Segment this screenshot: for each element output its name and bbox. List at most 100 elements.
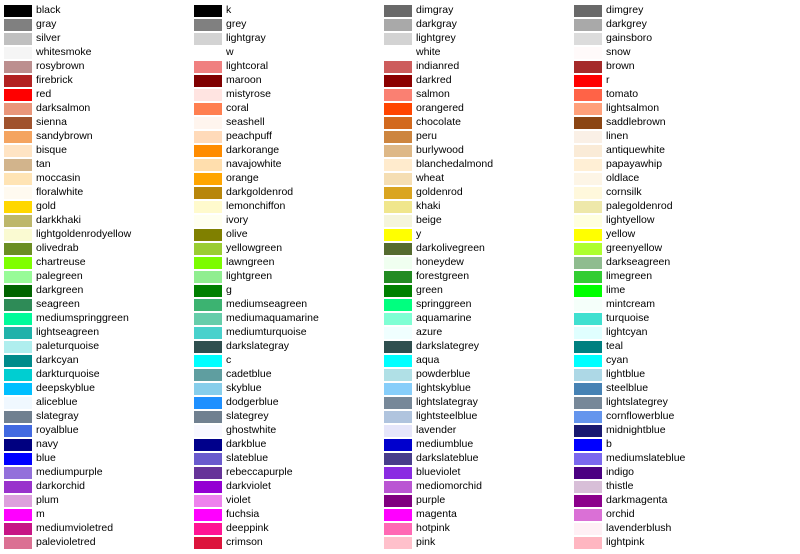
color-row: lavender	[384, 424, 574, 437]
color-label: k	[226, 4, 231, 17]
color-label: mediumvioletred	[36, 522, 113, 535]
color-row: lavenderblush	[574, 522, 764, 535]
color-swatch	[574, 341, 602, 353]
color-label: lightgoldenrodyellow	[36, 228, 131, 241]
color-row: peachpuff	[194, 130, 384, 143]
color-swatch	[194, 103, 222, 115]
color-label: deepskyblue	[36, 382, 95, 395]
color-label: peachpuff	[226, 130, 272, 143]
color-label: lightsteelblue	[416, 410, 477, 423]
color-swatch	[574, 159, 602, 171]
color-row: silver	[4, 32, 194, 45]
color-row: tomato	[574, 88, 764, 101]
color-row: green	[384, 284, 574, 297]
color-swatch	[194, 145, 222, 157]
color-row: yellow	[574, 228, 764, 241]
color-row: blueviolet	[384, 466, 574, 479]
color-label: darkturquoise	[36, 368, 100, 381]
color-row: indianred	[384, 60, 574, 73]
color-swatch	[4, 159, 32, 171]
color-swatch	[194, 75, 222, 87]
color-row: palevioletred	[4, 536, 194, 549]
color-row: darkorange	[194, 144, 384, 157]
color-row: gainsboro	[574, 32, 764, 45]
color-row: rosybrown	[4, 60, 194, 73]
color-row: slategrey	[194, 410, 384, 423]
color-swatch	[574, 47, 602, 59]
color-swatch	[574, 411, 602, 423]
color-row: sandybrown	[4, 130, 194, 143]
color-row: yellowgreen	[194, 242, 384, 255]
color-swatch	[4, 299, 32, 311]
color-label: slategray	[36, 410, 79, 423]
color-swatch	[384, 229, 412, 241]
color-row: powderblue	[384, 368, 574, 381]
color-swatch	[194, 215, 222, 227]
color-label: skyblue	[226, 382, 262, 395]
color-swatch	[574, 257, 602, 269]
color-row: chartreuse	[4, 256, 194, 269]
color-swatch	[384, 411, 412, 423]
color-label: darkcyan	[36, 354, 79, 367]
color-swatch	[384, 145, 412, 157]
color-label: blueviolet	[416, 466, 460, 479]
color-swatch	[4, 5, 32, 17]
color-label: lime	[606, 284, 625, 297]
color-swatch	[194, 411, 222, 423]
color-label: chocolate	[416, 116, 461, 129]
color-label: beige	[416, 214, 442, 227]
color-row: indigo	[574, 466, 764, 479]
color-label: palegreen	[36, 270, 83, 283]
color-row: magenta	[384, 508, 574, 521]
color-label: chartreuse	[36, 256, 86, 269]
color-label: cornflowerblue	[606, 410, 674, 423]
color-row: y	[384, 228, 574, 241]
color-label: seashell	[226, 116, 265, 129]
color-label: lightcyan	[606, 326, 647, 339]
color-row: darkorchid	[4, 480, 194, 493]
color-label: teal	[606, 340, 623, 353]
color-row: lightcoral	[194, 60, 384, 73]
color-swatch	[194, 355, 222, 367]
color-swatch	[574, 75, 602, 87]
color-swatch	[574, 187, 602, 199]
color-label: violet	[226, 494, 251, 507]
color-swatch	[384, 467, 412, 479]
color-row: goldenrod	[384, 186, 574, 199]
color-swatch	[4, 509, 32, 521]
color-swatch	[384, 243, 412, 255]
color-swatch	[194, 201, 222, 213]
color-row: saddlebrown	[574, 116, 764, 129]
color-row: aqua	[384, 354, 574, 367]
color-row: g	[194, 284, 384, 297]
color-row: k	[194, 4, 384, 17]
color-row: rebeccapurple	[194, 466, 384, 479]
color-row: lightyellow	[574, 214, 764, 227]
color-swatch	[574, 229, 602, 241]
color-swatch	[194, 257, 222, 269]
color-row: lightslategrey	[574, 396, 764, 409]
color-swatch	[384, 327, 412, 339]
color-row: blanchedalmond	[384, 158, 574, 171]
color-row: fuchsia	[194, 508, 384, 521]
column-4: dimgreydarkgreygainsborosnowbrownrtomato…	[574, 4, 764, 550]
color-label: mediumslateblue	[606, 452, 685, 465]
color-swatch	[574, 383, 602, 395]
color-label: seagreen	[36, 298, 80, 311]
color-swatch	[194, 397, 222, 409]
color-row: violet	[194, 494, 384, 507]
color-swatch	[4, 313, 32, 325]
color-row: sienna	[4, 116, 194, 129]
color-row: darkgoldenrod	[194, 186, 384, 199]
color-label: aliceblue	[36, 396, 77, 409]
color-swatch	[4, 19, 32, 31]
color-row: darksalmon	[4, 102, 194, 115]
color-label: lightsalmon	[606, 102, 659, 115]
color-label: powderblue	[416, 368, 470, 381]
color-swatch	[574, 369, 602, 381]
color-row: orange	[194, 172, 384, 185]
color-row: lightskyblue	[384, 382, 574, 395]
color-label: whitesmoke	[36, 46, 91, 59]
color-row: darkviolet	[194, 480, 384, 493]
color-row: red	[4, 88, 194, 101]
